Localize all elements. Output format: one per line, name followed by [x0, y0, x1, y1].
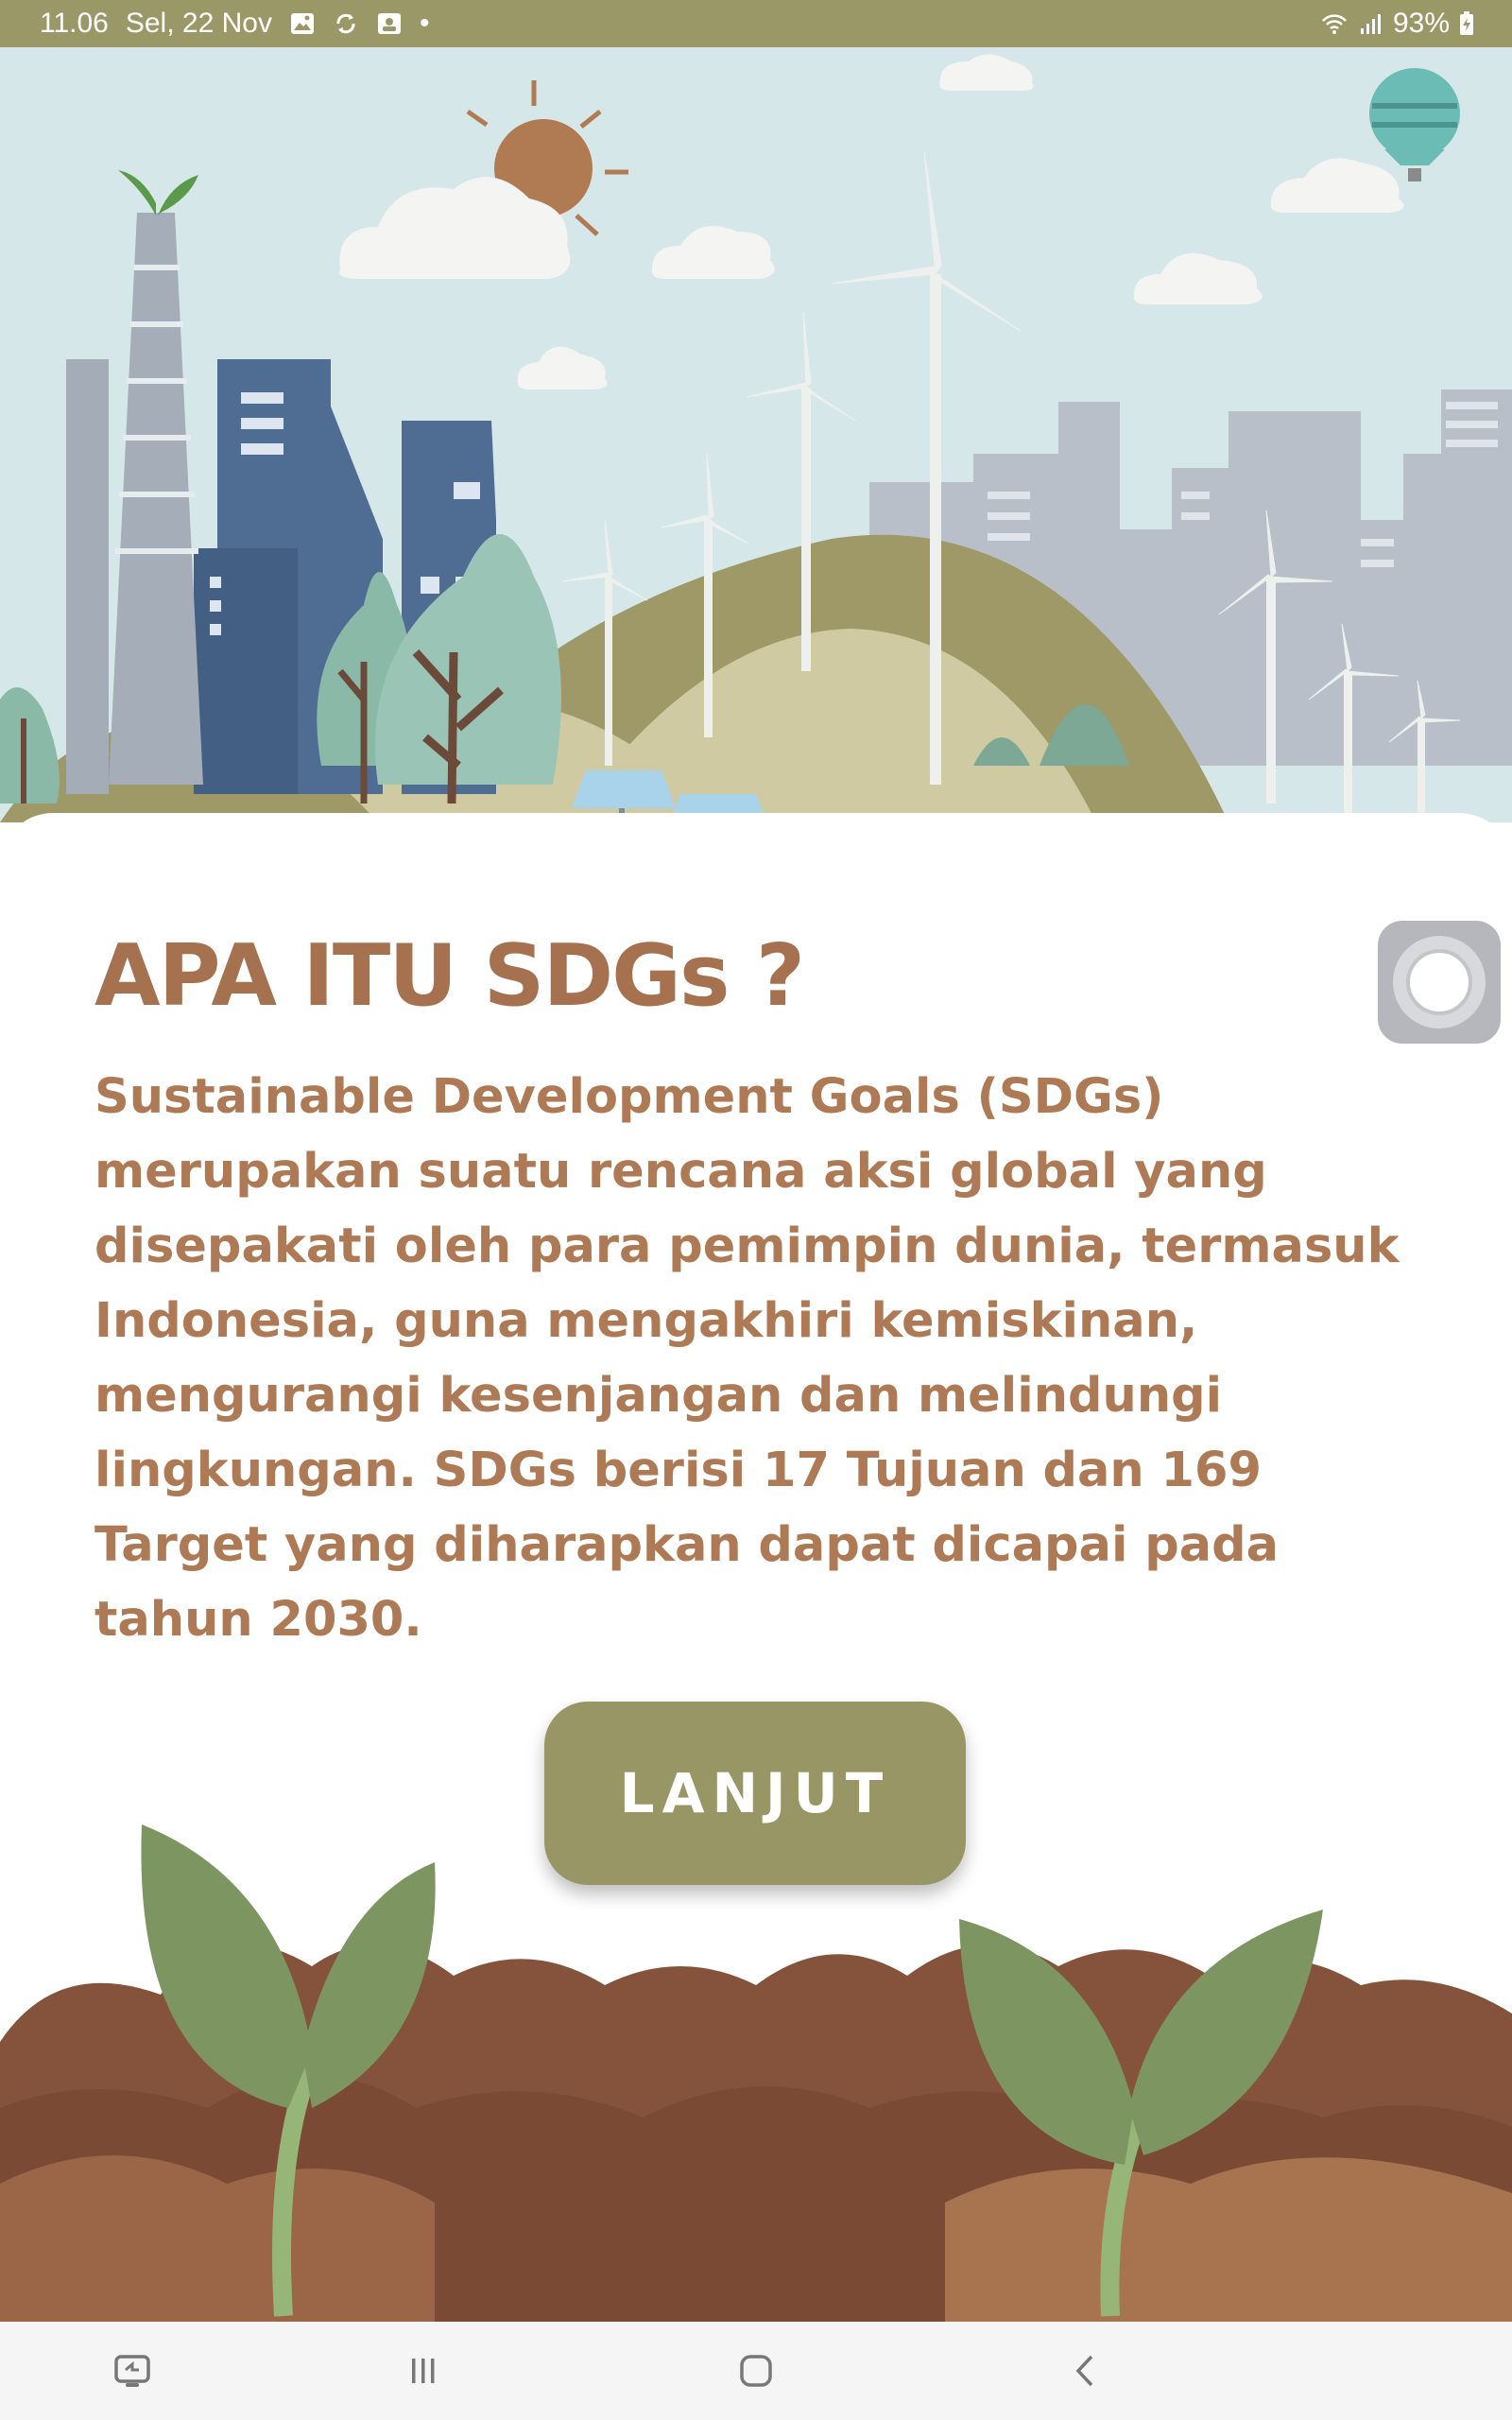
city-landscape-illustration	[0, 47, 1512, 822]
recent-apps-button[interactable]	[395, 2342, 452, 2399]
screen-switch-icon	[114, 2355, 150, 2387]
signal-icon	[1360, 14, 1381, 34]
wifi-icon	[1322, 14, 1347, 34]
status-bar: 11.06 Sel, 22 Nov • 93%	[0, 0, 1512, 47]
assistive-touch-button[interactable]	[1378, 921, 1501, 1044]
battery-percent: 93%	[1392, 8, 1450, 39]
page-title: APA ITU SDGs ?	[94, 926, 805, 1027]
status-right: 93%	[1321, 8, 1474, 40]
status-dot: •	[419, 8, 430, 39]
screen-switch-button[interactable]	[104, 2342, 161, 2399]
screenshot-icon	[377, 13, 401, 34]
battery-charging-icon	[1460, 11, 1473, 35]
app-screen: 11.06 Sel, 22 Nov • 93% APA ITU SDGs ? S…	[0, 0, 1512, 2420]
status-time: 11.06	[40, 8, 109, 39]
status-date: Sel, 22 Nov	[125, 8, 272, 39]
sync-icon	[336, 13, 355, 34]
home-icon	[740, 2355, 772, 2387]
next-button[interactable]: LANJUT	[544, 1702, 966, 1885]
back-button[interactable]	[1058, 2342, 1115, 2399]
soil-sprouts-illustration	[0, 1824, 1512, 2325]
recent-apps-icon	[412, 2359, 435, 2383]
home-button[interactable]	[728, 2342, 784, 2399]
status-left: 11.06 Sel, 22 Nov •	[40, 8, 429, 40]
back-icon	[1075, 2355, 1093, 2387]
gallery-icon	[290, 13, 314, 34]
sdgs-description: Sustainable Development Goals (SDGs) mer…	[94, 1069, 1400, 1648]
system-navigation-bar	[0, 2322, 1512, 2420]
